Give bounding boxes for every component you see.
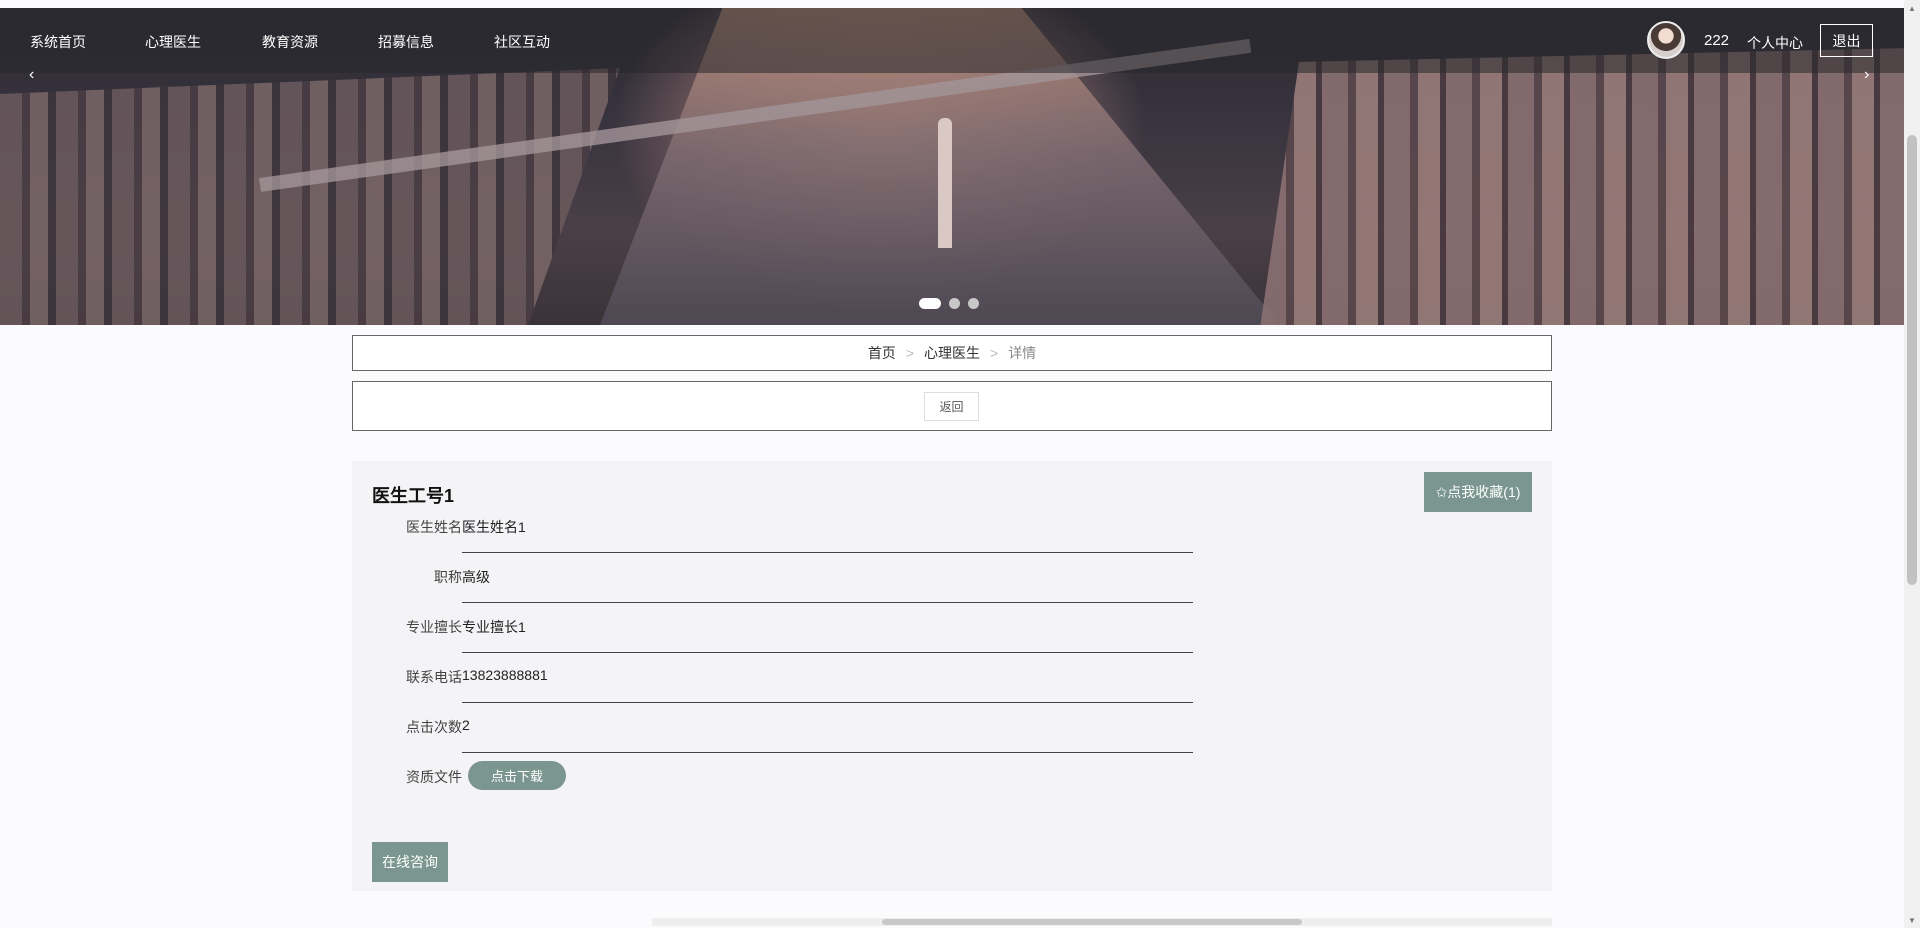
field-row-specialty: 专业擅长 专业擅长1 [352, 603, 1352, 653]
personal-center-link[interactable]: 个人中心 [1747, 33, 1803, 53]
field-label: 专业擅长 [406, 619, 462, 635]
banner-city-right [1260, 48, 1904, 325]
banner-bridge-tower [938, 118, 952, 248]
detail-panel: 医生工号1 ✩点我收藏(1) 医生姓名 医生姓名1 职称 高级 专业擅长 专业擅… [352, 461, 1552, 891]
carousel-dot[interactable] [968, 298, 979, 309]
field-value: 医生姓名1 [462, 519, 526, 535]
breadcrumb-current: 详情 [1008, 345, 1037, 361]
scroll-down-icon[interactable]: ▼ [1904, 912, 1920, 928]
breadcrumb-separator: > [990, 345, 999, 361]
carousel-next-icon[interactable]: › [1864, 66, 1869, 84]
breadcrumb-separator: > [905, 345, 914, 361]
nav-item-community[interactable]: 社区互动 [494, 32, 550, 52]
nav-item-doctors[interactable]: 心理医生 [145, 32, 201, 52]
field-row-phone: 联系电话 13823888881 [352, 653, 1352, 703]
online-consult-button[interactable]: 在线咨询 [372, 842, 448, 882]
field-label: 资质文件 [406, 769, 462, 785]
field-value: 2 [462, 717, 470, 733]
field-label: 职称 [434, 569, 462, 585]
scrollbar-thumb[interactable] [1907, 135, 1917, 585]
field-value: 专业擅长1 [462, 619, 526, 635]
nav-item-home[interactable]: 系统首页 [30, 32, 86, 52]
field-row-title: 职称 高级 [352, 553, 1352, 603]
carousel-pagination [919, 298, 979, 309]
carousel-dot[interactable] [919, 298, 941, 309]
avatar[interactable] [1647, 21, 1685, 59]
breadcrumb-home[interactable]: 首页 [868, 343, 896, 363]
download-button[interactable]: 点击下载 [468, 761, 566, 790]
user-name: 222 [1704, 32, 1730, 49]
nav-item-recruitment[interactable]: 招募信息 [378, 32, 434, 52]
field-value: 高级 [462, 569, 490, 585]
field-label: 医生姓名 [406, 519, 462, 535]
field-row-clicks: 点击次数 2 [352, 703, 1352, 753]
banner-city-left [0, 68, 620, 325]
field-label: 点击次数 [406, 719, 462, 735]
horizontal-scrollbar[interactable] [652, 918, 1552, 926]
top-nav: 系统首页 心理医生 教育资源 招募信息 社区互动 222 个人中心 退出 [0, 8, 1904, 73]
scrollbar-thumb[interactable] [882, 919, 1302, 925]
nav-item-education[interactable]: 教育资源 [262, 32, 318, 52]
carousel-prev-icon[interactable]: ‹ [29, 66, 34, 84]
field-row-file: 资质文件 点击下载 [352, 753, 1352, 803]
carousel-dot[interactable] [949, 298, 960, 309]
vertical-scrollbar[interactable]: ▲ ▼ [1904, 0, 1920, 928]
field-label: 联系电话 [406, 669, 462, 685]
back-button[interactable]: 返回 [924, 392, 979, 421]
scroll-up-icon[interactable]: ▲ [1904, 0, 1920, 16]
logout-button[interactable]: 退出 [1820, 24, 1873, 57]
breadcrumb-section[interactable]: 心理医生 [924, 343, 980, 363]
field-value: 13823888881 [462, 667, 548, 683]
field-row-name: 医生姓名 医生姓名1 [352, 503, 1352, 553]
back-bar: 返回 [352, 381, 1552, 431]
favorite-button[interactable]: ✩点我收藏(1) [1424, 472, 1532, 512]
breadcrumb: 首页 > 心理医生 > 详情 [352, 335, 1552, 371]
